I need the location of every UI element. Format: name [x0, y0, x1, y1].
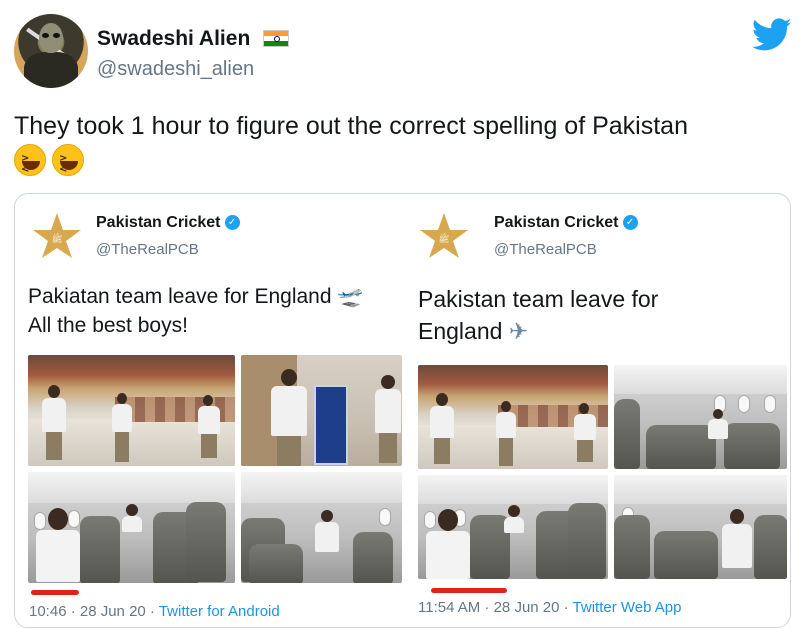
avatar-body — [24, 52, 78, 88]
photo-cabin-empty[interactable] — [614, 365, 787, 469]
right-tweet-source-link[interactable]: Twitter Web App — [573, 599, 682, 616]
photo-terminal[interactable] — [28, 355, 235, 466]
display-name[interactable]: Swadeshi Alien — [97, 27, 250, 51]
red-underline-annotation — [31, 590, 79, 595]
twitter-bird-icon[interactable] — [752, 18, 792, 52]
tweet-text: They took 1 hour to figure out the corre… — [14, 112, 688, 140]
pcb-handle[interactable]: @TheRealPCB — [494, 241, 597, 258]
verified-badge-icon: ✓ — [224, 215, 240, 231]
pcb-display-name[interactable]: Pakistan Cricket ✓ — [494, 214, 638, 232]
avatar-eye — [42, 33, 49, 38]
verified-badge-icon: ✓ — [622, 215, 638, 231]
pcb-star-logo-icon: ﷺ — [420, 213, 468, 258]
photo-cabin[interactable] — [418, 475, 608, 579]
photo-cabin-passenger[interactable] — [614, 475, 787, 579]
photo-cabin-aisle[interactable] — [241, 472, 402, 583]
user-handle[interactable]: @swadeshi_alien — [97, 58, 254, 81]
laughing-emoji-icon: >< — [52, 144, 84, 176]
india-flag-icon — [263, 30, 289, 47]
left-tweet-meta: 10:46 · 28 Jun 20 · Twitter for Android — [29, 603, 280, 620]
embedded-media-card[interactable]: ﷺ Pakistan Cricket ✓ @TheRealPCB Pakiatan… — [14, 193, 791, 628]
airplane-departure-icon: 🛫 — [337, 284, 364, 308]
photo-terminal[interactable] — [418, 365, 608, 469]
left-tweet-source-link[interactable]: Twitter for Android — [159, 603, 280, 620]
red-underline-annotation — [431, 588, 507, 593]
emoji-row: >< >< — [14, 144, 84, 176]
right-tweet-meta: 11:54 AM · 28 Jun 20 · Twitter Web App — [418, 599, 682, 616]
right-tweet-text: Pakistan team leave for England ✈ — [418, 283, 658, 348]
avatar-head — [39, 23, 63, 53]
pcb-star-logo-icon: ﷺ — [33, 213, 81, 258]
laughing-emoji-icon: >< — [14, 144, 46, 176]
photo-cabin[interactable] — [28, 472, 235, 583]
pcb-handle[interactable]: @TheRealPCB — [96, 241, 199, 258]
left-tweet-text: Pakiatan team leave for England 🛫 All th… — [28, 284, 364, 338]
avatar[interactable] — [14, 14, 88, 88]
airplane-icon: ✈ — [508, 319, 529, 346]
photo-corridor[interactable] — [241, 355, 402, 466]
avatar-eye — [53, 33, 60, 38]
pcb-display-name[interactable]: Pakistan Cricket ✓ — [96, 214, 240, 232]
